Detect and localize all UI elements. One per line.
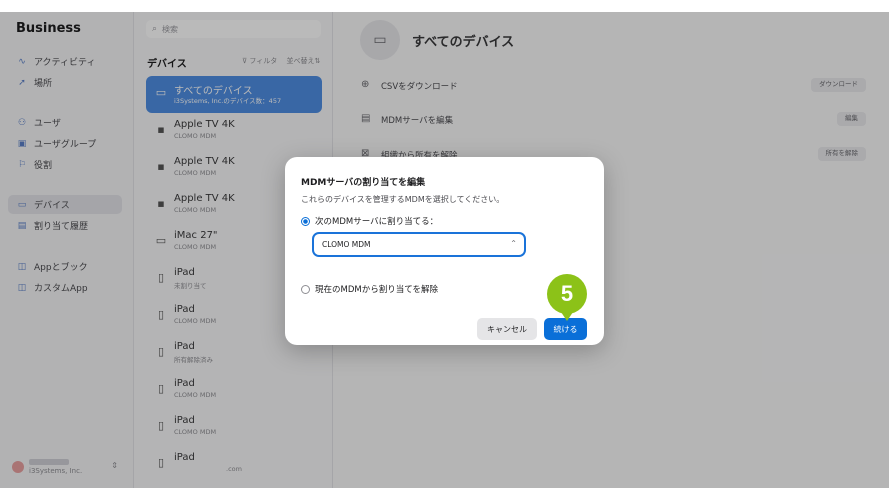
app-window: Business ∿ アクティビティ ➚ 場所 ⚇ ユーザ ▣ ユーザグループ ⚐ 役割 … xyxy=(0,12,889,488)
radio-unassign[interactable]: 現在のMDMから割り当てを解除 xyxy=(301,283,438,295)
step-pointer-icon xyxy=(559,309,575,321)
dialog-title: MDMサーバの割り当てを編集 xyxy=(301,178,426,188)
chevron-updown-icon: ⌃ xyxy=(510,239,517,248)
radio-assign-server[interactable]: 次のMDMサーバに割り当てる： xyxy=(301,215,438,227)
step-badge: 5 xyxy=(547,274,587,314)
continue-button[interactable]: 続ける xyxy=(544,318,587,340)
radio-unselected-icon xyxy=(301,284,310,294)
edit-mdm-dialog: MDMサーバの割り当てを編集 これらのデバイスを管理するMDMを選択してください… xyxy=(285,157,604,345)
radio-selected-icon xyxy=(301,216,310,226)
cancel-button[interactable]: キャンセル xyxy=(477,318,537,340)
mdm-server-select[interactable]: CLOMO MDM ⌃ xyxy=(312,232,526,257)
dialog-description: これらのデバイスを管理するMDMを選択してください。 xyxy=(301,195,505,204)
